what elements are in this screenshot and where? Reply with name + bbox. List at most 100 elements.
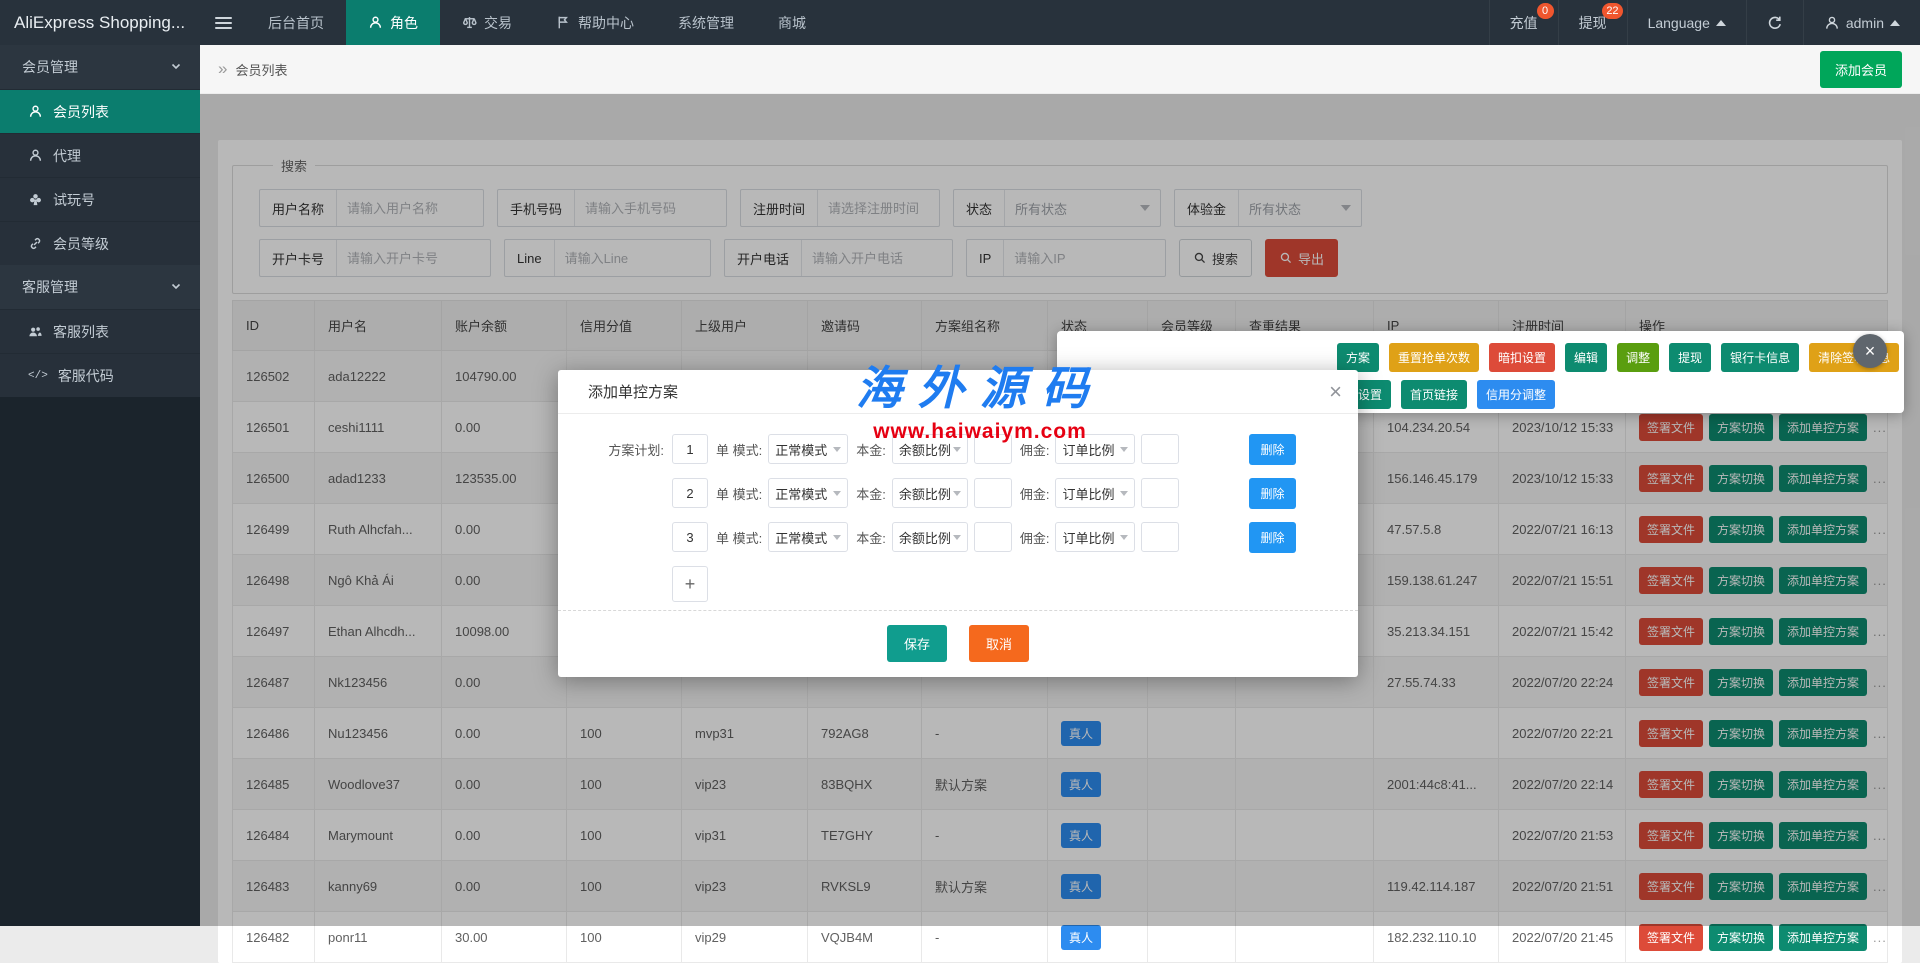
principal-select[interactable]: 余额比例: [892, 522, 968, 552]
topbar-nav-item-3[interactable]: 帮助中心: [534, 0, 656, 45]
popup-action-重置抢单次数[interactable]: 重置抢单次数: [1389, 343, 1479, 372]
row-more-button[interactable]: ...: [1873, 930, 1887, 945]
add-member-button[interactable]: 添加会员: [1820, 51, 1902, 88]
popup-close-button[interactable]: ×: [1853, 334, 1887, 368]
modal-body: 方案计划:单 模式:正常模式本金:余额比例佣金:订单比例删除单 模式:正常模式本…: [558, 414, 1358, 677]
unit-mode-label: 单 模式:: [716, 440, 762, 459]
sidebar-group-0[interactable]: 会员管理: [0, 45, 200, 89]
mode-select[interactable]: 正常模式: [768, 434, 848, 464]
language-label: Language: [1648, 15, 1710, 31]
delete-plan-row-button[interactable]: 删除: [1249, 522, 1295, 553]
topbar-nav-item-4[interactable]: 系统管理: [656, 0, 756, 45]
status-badge[interactable]: 真人: [1061, 925, 1101, 950]
sidebar-item-0-3[interactable]: 会员等级: [0, 221, 200, 265]
principal-select-value: 余额比例: [899, 528, 951, 547]
popup-action-提现[interactable]: 提现: [1669, 343, 1711, 372]
mode-select[interactable]: 正常模式: [768, 522, 848, 552]
sidebar-group-label: 会员管理: [22, 57, 78, 77]
delete-plan-row-button[interactable]: 删除: [1249, 434, 1295, 465]
popup-action-信用分调整[interactable]: 信用分调整: [1477, 380, 1555, 409]
refresh-icon: [1767, 15, 1783, 31]
caret-down-icon: [1120, 447, 1128, 452]
unit-mode-label: 单 模式:: [716, 484, 762, 503]
hamburger-icon: [215, 14, 232, 32]
row-action-方案切换[interactable]: 方案切换: [1709, 924, 1773, 951]
refresh-button[interactable]: [1746, 0, 1803, 45]
sidebar-item-0-1[interactable]: 代理: [0, 133, 200, 177]
plan-number-input[interactable]: [672, 522, 708, 552]
sidebar-item-1-1[interactable]: </>客服代码: [0, 353, 200, 397]
commission-select[interactable]: 订单比例: [1055, 434, 1135, 464]
admin-menu[interactable]: admin: [1803, 0, 1920, 45]
principal-value-input[interactable]: [974, 522, 1012, 552]
modal-close-button[interactable]: ×: [1329, 381, 1342, 403]
mode-select-value: 正常模式: [775, 484, 827, 503]
sidebar-group-label: 客服管理: [22, 277, 78, 297]
recharge-badge: 0: [1537, 3, 1554, 19]
commission-value-input[interactable]: [1141, 522, 1179, 552]
scale-icon: [462, 15, 477, 30]
menu-toggle-button[interactable]: [200, 0, 246, 45]
cancel-button[interactable]: 取消: [969, 625, 1029, 662]
add-plan-row-button[interactable]: +: [672, 566, 708, 602]
commission-select[interactable]: 订单比例: [1055, 522, 1135, 552]
plan-row-label: 方案计划:: [588, 440, 672, 459]
admin-label: admin: [1846, 15, 1884, 31]
sidebar-item-1-0[interactable]: 客服列表: [0, 309, 200, 353]
caret-down-icon: [833, 491, 841, 496]
principal-select[interactable]: 余额比例: [892, 478, 968, 508]
sidebar-item-0-0[interactable]: 会员列表: [0, 89, 200, 133]
page-title: 会员列表: [235, 60, 287, 79]
sidebar-item-label: 客服代码: [58, 366, 114, 386]
plan-row-3: 单 模式:正常模式本金:余额比例佣金:订单比例删除: [588, 522, 1358, 552]
commission-value-input[interactable]: [1141, 434, 1179, 464]
row-action-签署文件[interactable]: 签署文件: [1639, 924, 1703, 951]
recharge-menu-item[interactable]: 充值 0: [1489, 0, 1558, 45]
link-icon: [28, 236, 43, 251]
nav-item-label: 帮助中心: [578, 13, 634, 33]
caret-down-icon: [833, 535, 841, 540]
caret-down-icon: [1120, 491, 1128, 496]
commission-select[interactable]: 订单比例: [1055, 478, 1135, 508]
principal-value-input[interactable]: [974, 434, 1012, 464]
delete-plan-row-button[interactable]: 删除: [1249, 478, 1295, 509]
popup-action-暗扣设置[interactable]: 暗扣设置: [1489, 343, 1555, 372]
plan-number-input[interactable]: [672, 434, 708, 464]
topbar-nav-item-1[interactable]: 角色: [346, 0, 440, 45]
mode-select[interactable]: 正常模式: [768, 478, 848, 508]
sidebar-item-label: 试玩号: [53, 190, 95, 210]
withdraw-menu-item[interactable]: 提现 22: [1558, 0, 1627, 45]
mode-select-value: 正常模式: [775, 440, 827, 459]
popup-action-首页链接[interactable]: 首页链接: [1401, 380, 1467, 409]
popup-actions-row-2: 奖设置首页链接信用分调整: [1337, 380, 1904, 409]
commission-select-value: 订单比例: [1062, 528, 1114, 547]
sidebar: 会员管理会员列表代理试玩号会员等级客服管理客服列表</>客服代码: [0, 45, 200, 926]
sidebar-group-1[interactable]: 客服管理: [0, 265, 200, 309]
sidebar-item-label: 代理: [53, 146, 81, 166]
principal-select[interactable]: 余额比例: [892, 434, 968, 464]
topbar-nav-item-2[interactable]: 交易: [440, 0, 534, 45]
row-action-添加单控方案[interactable]: 添加单控方案: [1779, 924, 1867, 951]
popup-actions-row-1: 方案重置抢单次数暗扣设置编辑调整提现银行卡信息清除签署信息: [1337, 343, 1904, 372]
withdraw-badge: 22: [1602, 3, 1622, 19]
club-icon: [28, 192, 43, 207]
plan-number-input[interactable]: [672, 478, 708, 508]
mode-select-value: 正常模式: [775, 528, 827, 547]
add-plan-modal: 添加单控方案 × 方案计划:单 模式:正常模式本金:余额比例佣金:订单比例删除单…: [558, 370, 1358, 677]
principal-value-input[interactable]: [974, 478, 1012, 508]
popup-action-银行卡信息[interactable]: 银行卡信息: [1721, 343, 1799, 372]
topbar-nav-item-5[interactable]: 商城: [756, 0, 828, 45]
plan-row-1: 方案计划:单 模式:正常模式本金:余额比例佣金:订单比例删除: [588, 434, 1358, 464]
principal-label: 本金:: [856, 440, 886, 459]
popup-action-编辑[interactable]: 编辑: [1565, 343, 1607, 372]
popup-action-调整[interactable]: 调整: [1617, 343, 1659, 372]
sidebar-item-0-2[interactable]: 试玩号: [0, 177, 200, 221]
commission-select-value: 订单比例: [1062, 440, 1114, 459]
topbar-nav-item-0[interactable]: 后台首页: [246, 0, 346, 45]
language-menu[interactable]: Language: [1627, 0, 1746, 45]
save-button[interactable]: 保存: [887, 625, 947, 662]
commission-select-value: 订单比例: [1062, 484, 1114, 503]
commission-value-input[interactable]: [1141, 478, 1179, 508]
person-icon: [368, 15, 383, 30]
popup-action-方案[interactable]: 方案: [1337, 343, 1379, 372]
